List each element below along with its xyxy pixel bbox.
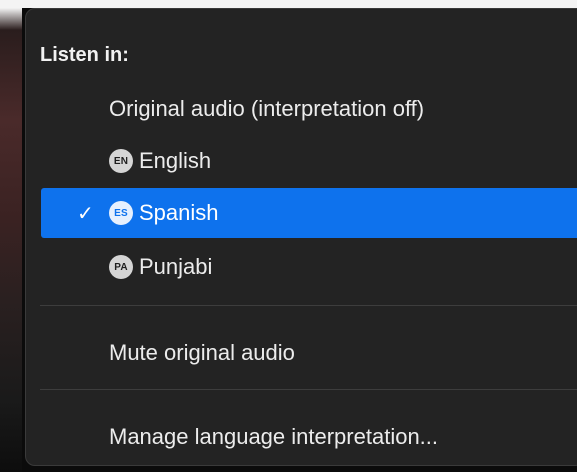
menu-item-label: Spanish	[139, 200, 219, 225]
menu-item-label: Mute original audio	[109, 340, 295, 365]
menu-item-english[interactable]: EN English	[15, 136, 575, 186]
background-video-strip	[0, 0, 22, 472]
language-badge-icon: PA	[109, 255, 133, 279]
menu-item-spanish[interactable]: ✓ ES Spanish	[41, 188, 577, 238]
menu-item-mute-original-audio[interactable]: Mute original audio	[15, 328, 575, 378]
background-top-edge	[0, 0, 577, 8]
language-option: ES Spanish	[109, 200, 219, 226]
language-option: EN English	[109, 148, 211, 174]
menu-item-punjabi[interactable]: PA Punjabi	[15, 242, 575, 292]
menu-header: Listen in:	[40, 44, 129, 66]
language-badge-icon: ES	[109, 201, 133, 225]
language-option: PA Punjabi	[109, 254, 212, 280]
menu-item-label: Original audio (interpretation off)	[109, 96, 425, 121]
checkmark-icon: ✓	[77, 202, 94, 225]
menu-item-manage-interpretation[interactable]: Manage language interpretation...	[15, 412, 575, 462]
language-badge-icon: EN	[109, 149, 133, 173]
menu-divider	[40, 305, 577, 306]
menu-item-label: Punjabi	[139, 254, 213, 279]
menu-item-label: Manage language interpretation...	[109, 424, 439, 449]
menu-item-original-audio[interactable]: Original audio (interpretation off)	[15, 84, 575, 134]
menu-divider	[40, 389, 577, 390]
menu-item-label: English	[139, 148, 212, 173]
